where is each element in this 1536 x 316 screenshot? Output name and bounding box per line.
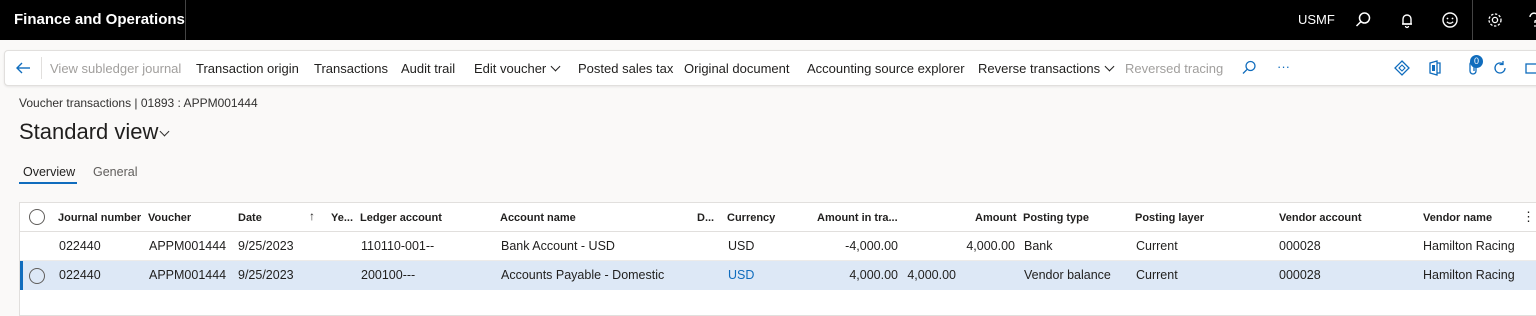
diamond-icon[interactable] <box>1393 59 1411 77</box>
tab-general[interactable]: General <box>93 165 137 179</box>
reverse-transactions-button[interactable]: Reverse transactions <box>978 61 1115 76</box>
column-header-posting-layer[interactable]: Posting layer <box>1135 212 1204 224</box>
posted-sales-tax-button[interactable]: Posted sales tax <box>578 61 673 76</box>
divider <box>1472 0 1473 40</box>
accounting-source-explorer-button[interactable]: Accounting source explorer <box>807 61 965 76</box>
column-header-journal-number[interactable]: Journal number <box>58 212 141 224</box>
table-row[interactable]: 022440 APPM001444 9/25/2023 110110-001--… <box>20 232 1536 261</box>
divider <box>41 57 42 79</box>
company-picker[interactable]: USMF <box>1298 12 1335 27</box>
audit-trail-button[interactable]: Audit trail <box>401 61 455 76</box>
column-header-vendor-account[interactable]: Vendor account <box>1279 212 1362 224</box>
account-name-cell: Accounts Payable - Domestic <box>501 268 665 282</box>
column-header-account-name[interactable]: Account name <box>500 212 576 224</box>
vendor-account-cell[interactable]: 000028 <box>1279 268 1321 282</box>
column-header-amount-in-transaction[interactable]: Amount in tra... <box>817 212 898 224</box>
top-bar: Finance and Operations USMF <box>0 0 1536 40</box>
help-icon[interactable] <box>1524 10 1536 30</box>
column-header-voucher[interactable]: Voucher <box>148 212 191 224</box>
ledger-account-cell[interactable]: 110110-001-- <box>361 239 434 253</box>
posting-layer-cell: Current <box>1136 239 1178 253</box>
view-subledger-journal-button[interactable]: View subledger journal <box>50 61 181 76</box>
currency-cell: USD <box>728 239 755 253</box>
refresh-icon[interactable] <box>1491 59 1509 77</box>
posting-layer-cell: Current <box>1136 268 1178 282</box>
reversed-tracing-button[interactable]: Reversed tracing <box>1125 61 1223 76</box>
search-icon[interactable] <box>1353 10 1373 30</box>
date-cell: 9/25/2023 <box>238 268 294 282</box>
chevron-down-icon[interactable] <box>159 126 170 137</box>
amount-extra-cell: 4,000.00 <box>907 268 956 282</box>
chevron-down-icon <box>1104 61 1115 72</box>
gear-icon[interactable] <box>1485 10 1505 30</box>
ledger-account-cell[interactable]: 200100--- <box>361 268 415 282</box>
date-cell: 9/25/2023 <box>238 239 294 253</box>
tab-overview[interactable]: Overview <box>23 165 75 179</box>
vendor-name-cell: Hamilton Racing <box>1423 268 1515 282</box>
amount-in-transaction-cell: -4,000.00 <box>845 239 898 253</box>
transactions-button[interactable]: Transactions <box>314 61 388 76</box>
tab-active-indicator <box>19 182 77 184</box>
edit-voucher-button[interactable]: Edit voucher <box>474 61 561 76</box>
voucher-transactions-grid: Journal number Voucher Date ↑ Ye... Ledg… <box>19 202 1536 316</box>
office-icon[interactable] <box>1426 59 1444 77</box>
vendor-account-cell[interactable]: 000028 <box>1279 239 1321 253</box>
amount-cell: 4,000.00 <box>966 239 1015 253</box>
search-icon[interactable] <box>1240 59 1258 77</box>
divider <box>185 0 186 40</box>
currency-cell[interactable]: USD <box>728 268 754 282</box>
column-header-ledger-account[interactable]: Ledger account <box>360 212 442 224</box>
select-all-radio[interactable] <box>29 209 45 225</box>
back-arrow-icon[interactable] <box>14 59 32 77</box>
bell-icon[interactable] <box>1397 10 1417 30</box>
column-header-year[interactable]: Ye... <box>331 212 353 224</box>
selection-indicator <box>20 261 23 290</box>
column-header-d[interactable]: D... <box>697 212 714 224</box>
row-select-radio[interactable] <box>29 268 45 284</box>
vendor-name-cell: Hamilton Racing <box>1423 239 1515 253</box>
smiley-icon[interactable] <box>1440 10 1460 30</box>
account-name-cell: Bank Account - USD <box>501 239 615 253</box>
journal-number-cell: 022440 <box>59 268 101 282</box>
column-header-date[interactable]: Date <box>238 212 262 224</box>
page-title[interactable]: Standard view <box>19 119 158 145</box>
chevron-down-icon <box>550 61 561 72</box>
sort-ascending-icon[interactable]: ↑ <box>309 209 315 223</box>
more-options-button[interactable]: ··· <box>1277 59 1290 74</box>
app-title[interactable]: Finance and Operations <box>14 11 185 28</box>
column-header-vendor-name[interactable]: Vendor name <box>1423 212 1492 224</box>
breadcrumb: Voucher transactions | 01893 : APPM00144… <box>19 96 258 110</box>
column-options-icon[interactable]: ⋮ <box>1522 209 1535 225</box>
popout-icon[interactable] <box>1524 59 1536 77</box>
voucher-cell: APPM001444 <box>149 239 227 253</box>
reverse-transactions-label: Reverse transactions <box>978 61 1101 76</box>
table-row-selected[interactable]: 022440 APPM001444 9/25/2023 200100--- Ac… <box>20 261 1536 290</box>
column-header-posting-type[interactable]: Posting type <box>1023 212 1089 224</box>
posting-type-cell: Vendor balance <box>1024 268 1111 282</box>
posting-type-cell: Bank <box>1024 239 1053 253</box>
column-header-amount[interactable]: Amount <box>975 212 1017 224</box>
edit-voucher-label: Edit voucher <box>474 61 547 76</box>
transaction-origin-button[interactable]: Transaction origin <box>196 61 299 76</box>
voucher-cell: APPM001444 <box>149 268 227 282</box>
notification-badge: 0 <box>1470 55 1483 68</box>
journal-number-cell: 022440 <box>59 239 101 253</box>
column-header-currency[interactable]: Currency <box>727 212 775 224</box>
amount-in-transaction-cell: 4,000.00 <box>849 268 898 282</box>
original-document-button[interactable]: Original document <box>684 61 790 76</box>
action-bar: View subledger journal Transaction origi… <box>4 50 1536 86</box>
